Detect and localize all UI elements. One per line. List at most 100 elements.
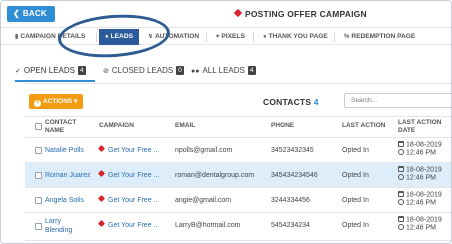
last-action-cell: Opted In	[342, 197, 369, 204]
tab-thank-you-page-label: THANK YOU PAGE	[268, 33, 328, 40]
caret-down-icon: ▾	[72, 98, 78, 105]
contacts-heading: CONTACTS 4	[263, 97, 319, 107]
search-placeholder: Search...	[351, 97, 378, 104]
users-icon: ●●	[191, 68, 200, 75]
tab-pixels[interactable]: ⌖ PIXELS	[216, 29, 245, 45]
table-header: CONTACT NAME CAMPAIGN EMAIL PHONE LAST A…	[25, 116, 451, 138]
tab-pixels-label: PIXELS	[221, 33, 245, 40]
table-row[interactable]: Larry Blending Get Your Free ... LarryB@…	[25, 213, 451, 241]
all-leads-count-badge: 4	[247, 66, 256, 75]
email-cell: npolls@gmail.com	[175, 147, 233, 154]
bar-chart-icon: ▮	[15, 34, 19, 40]
time-text: 12:46 PM	[406, 174, 436, 181]
tag-icon	[97, 219, 106, 228]
table-row[interactable]: Roman Juarez Get Your Free ... roman@den…	[25, 163, 451, 188]
phone-cell: 5454234234	[271, 222, 310, 229]
calendar-icon	[398, 216, 404, 222]
col-phone: PHONE	[271, 122, 295, 129]
page-title: POSTING OFFER CAMPAIGN	[233, 8, 367, 19]
campaign-link[interactable]: Get Your Free ...	[97, 144, 160, 154]
chevron-left-icon: ❮	[13, 9, 20, 18]
subtab-all-leads[interactable]: ●● ALL LEADS 4	[191, 64, 256, 82]
actions-label: ACTIONS	[43, 98, 73, 105]
subtab-open-leads[interactable]: ✓ OPEN LEADS 4	[15, 64, 95, 82]
col-email: EMAIL	[175, 122, 196, 129]
back-label: BACK	[22, 9, 47, 18]
actions-button[interactable]: + ACTIONS ▾	[29, 94, 83, 109]
last-action-cell: Opted In	[342, 172, 369, 179]
row-checkbox[interactable]	[35, 147, 42, 154]
contacts-label: CONTACTS	[263, 97, 312, 107]
date-text: 18-08-2019	[406, 216, 442, 224]
time-text: 12:46 PM	[406, 149, 436, 156]
campaign-link[interactable]: Get Your Free ...	[97, 194, 160, 204]
table-row[interactable]: Natalie Polls Get Your Free ... npolls@g…	[25, 138, 451, 163]
email-cell: LarryB@hotmail.com	[175, 222, 241, 229]
app-window: ❮ BACK POSTING OFFER CAMPAIGN ▮ CAMPAIGN D…	[0, 0, 452, 244]
last-action-cell: Opted In	[342, 147, 369, 154]
closed-leads-count-badge: 0	[176, 66, 184, 75]
circle-x-icon: ⊘	[103, 68, 109, 75]
last-action-date-cell: 18-08-2019 12:46 PM	[398, 191, 442, 206]
tag-icon	[97, 194, 106, 203]
crosshair-icon: ⌖	[216, 34, 220, 40]
col-campaign: CAMPAIGN	[99, 122, 134, 129]
contact-name-link[interactable]: Angela Solis	[45, 197, 84, 204]
nav-divider	[206, 33, 207, 42]
nav-divider	[253, 33, 254, 42]
table-row[interactable]: Angela Solis Get Your Free ... angie@gma…	[25, 188, 451, 213]
col-last-action-date: LAST ACTION DATE	[398, 119, 442, 134]
calendar-icon	[398, 141, 404, 147]
tag-icon	[97, 144, 106, 153]
contact-name-link[interactable]: Roman Juarez	[45, 172, 91, 179]
row-checkbox[interactable]	[35, 172, 42, 179]
campaign-name: Get Your Free ...	[108, 197, 160, 204]
subtab-all-leads-label: ALL LEADS	[202, 66, 245, 75]
header-bar: ❮ BACK POSTING OFFER CAMPAIGN	[1, 1, 451, 28]
row-checkbox[interactable]	[35, 223, 42, 230]
date-text: 18-08-2019	[406, 166, 442, 174]
col-contact-name: CONTACT NAME	[45, 119, 77, 134]
clock-icon	[398, 198, 404, 205]
contact-name-link[interactable]: Larry Blending	[45, 217, 85, 235]
select-all-checkbox[interactable]	[35, 123, 42, 130]
open-leads-count-badge: 4	[78, 66, 86, 75]
leads-panel: + ACTIONS ▾ CONTACTS 4 Search... CONTACT …	[25, 83, 451, 243]
tab-thank-you-page[interactable]: ● THANK YOU PAGE	[263, 29, 328, 45]
last-action-date-cell: 18-08-2019 12:46 PM	[398, 141, 442, 156]
date-text: 18-08-2019	[406, 191, 442, 199]
tab-redemption-page[interactable]: % REDEMPTION PAGE	[344, 29, 415, 45]
back-button[interactable]: ❮ BACK	[7, 6, 55, 22]
subtab-open-leads-label: OPEN LEADS	[23, 66, 76, 75]
last-action-cell: Opted In	[342, 222, 369, 229]
subtab-closed-leads[interactable]: ⊘ CLOSED LEADS 0	[103, 64, 184, 82]
clock-icon	[398, 223, 404, 230]
time-text: 12:46 PM	[406, 199, 436, 206]
campaign-name: Get Your Free ...	[108, 222, 160, 229]
circle-icon: ●	[263, 34, 267, 40]
search-input[interactable]: Search...	[344, 93, 451, 108]
campaign-name: Get Your Free ...	[108, 147, 160, 154]
calendar-icon	[398, 191, 404, 197]
percent-icon: %	[344, 34, 350, 40]
col-last-action: LAST ACTION	[342, 122, 386, 129]
campaign-name: Get Your Free ...	[108, 172, 160, 179]
time-text: 12:46 PM	[406, 224, 436, 231]
email-cell: roman@dentalgroup.com	[175, 172, 255, 179]
subtab-closed-leads-label: CLOSED LEADS	[111, 66, 174, 75]
clock-icon	[398, 173, 404, 180]
last-action-date-cell: 18-08-2019 12:46 PM	[398, 216, 442, 231]
phone-cell: 345434234546	[271, 172, 318, 179]
campaign-link[interactable]: Get Your Free ...	[97, 169, 160, 179]
calendar-icon	[398, 166, 404, 172]
tag-icon	[97, 169, 106, 178]
phone-cell: 3244334456	[271, 197, 310, 204]
nav-divider	[334, 33, 335, 42]
campaign-link[interactable]: Get Your Free ...	[97, 219, 160, 229]
page-title-text: POSTING OFFER CAMPAIGN	[245, 9, 367, 19]
row-checkbox[interactable]	[35, 197, 42, 204]
tab-redemption-page-label: REDEMPTION PAGE	[351, 33, 416, 40]
contact-name-link[interactable]: Natalie Polls	[45, 147, 84, 154]
phone-cell: 34523432345	[271, 147, 314, 154]
tag-icon	[233, 8, 243, 18]
